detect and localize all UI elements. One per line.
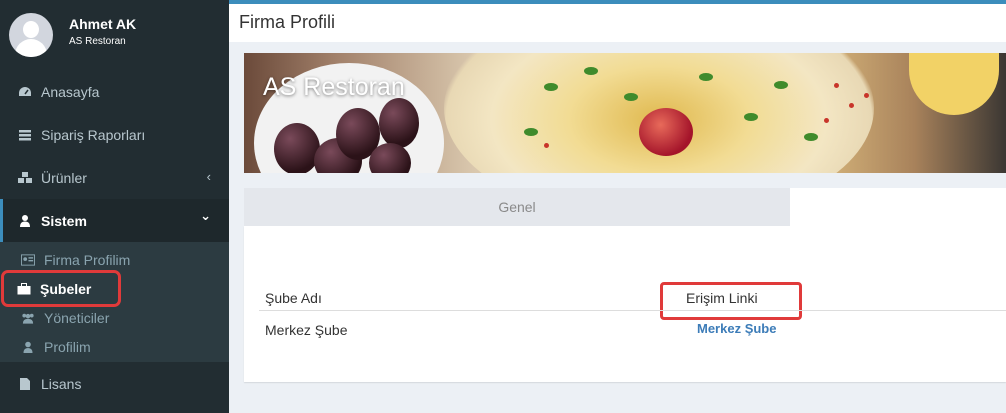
sidebar-item-anasayfa[interactable]: Anasayfa (0, 70, 229, 113)
tab-active[interactable] (790, 188, 1006, 226)
submenu-item-profilim[interactable]: Profilim (0, 332, 229, 361)
sistem-submenu: Firma Profilim Şubeler Yöneticiler Profi… (0, 242, 229, 362)
company-banner-image: AS Restoran (244, 53, 1006, 173)
sidebar-item-lisans[interactable]: Lisans (0, 362, 229, 405)
column-header-sube-adi: Şube Adı (265, 290, 322, 306)
submenu-item-yoneticiler[interactable]: Yöneticiler (0, 303, 229, 332)
submenu-item-label: Profilim (44, 338, 91, 355)
sidebar-item-label: Sistem (41, 212, 87, 229)
sidebar-item-label: Anasayfa (41, 83, 100, 100)
user-icon (21, 340, 35, 354)
report-icon (17, 127, 33, 143)
user-icon (17, 213, 33, 229)
chevron-left-icon: ‹ (206, 169, 211, 184)
chevron-down-icon: ⌄ (200, 208, 211, 223)
file-icon (17, 376, 33, 392)
sidebar-item-siparis-raporlari[interactable]: Sipariş Raporları (0, 113, 229, 156)
branch-access-link[interactable]: Merkez Şube (697, 321, 776, 336)
sidebar-item-label: Ürünler (41, 169, 87, 186)
id-card-icon (21, 253, 35, 267)
submenu-item-subeler[interactable]: Şubeler (1, 270, 121, 307)
branches-panel: Şube Adı Erişim Linki Merkez Şube Merkez… (244, 226, 1006, 382)
content-header: Firma Profili (229, 4, 1006, 42)
banner-title: AS Restoran (263, 73, 405, 101)
sidebar: Ahmet AK AS Restoran Anasayfa Sipariş Ra… (0, 0, 229, 413)
dashboard-icon (17, 84, 33, 100)
user-panel: Ahmet AK AS Restoran (0, 0, 229, 70)
submenu-item-label: Firma Profilim (44, 251, 131, 268)
sidebar-item-urunler[interactable]: Ürünler ‹ (0, 156, 229, 199)
sidebar-item-sistem[interactable]: Sistem ⌄ (0, 199, 229, 242)
user-company: AS Restoran (69, 36, 126, 47)
avatar[interactable] (9, 13, 53, 57)
table-divider (259, 310, 1006, 311)
table-cell-branch-name: Merkez Şube (265, 322, 348, 338)
tab-genel[interactable]: Genel (244, 188, 790, 226)
profile-tabs: Genel (244, 188, 1006, 226)
sidebar-item-label: Lisans (41, 375, 82, 392)
user-name: Ahmet AK (69, 16, 137, 32)
page-title: Firma Profili (239, 12, 336, 32)
sidebar-item-label: Sipariş Raporları (41, 126, 146, 143)
column-header-erisim-linki: Erişim Linki (686, 290, 758, 306)
submenu-item-label: Yöneticiler (44, 309, 110, 326)
users-icon (21, 311, 35, 325)
submenu-item-firma-profilim[interactable]: Firma Profilim (0, 245, 229, 274)
cubes-icon (17, 170, 33, 186)
